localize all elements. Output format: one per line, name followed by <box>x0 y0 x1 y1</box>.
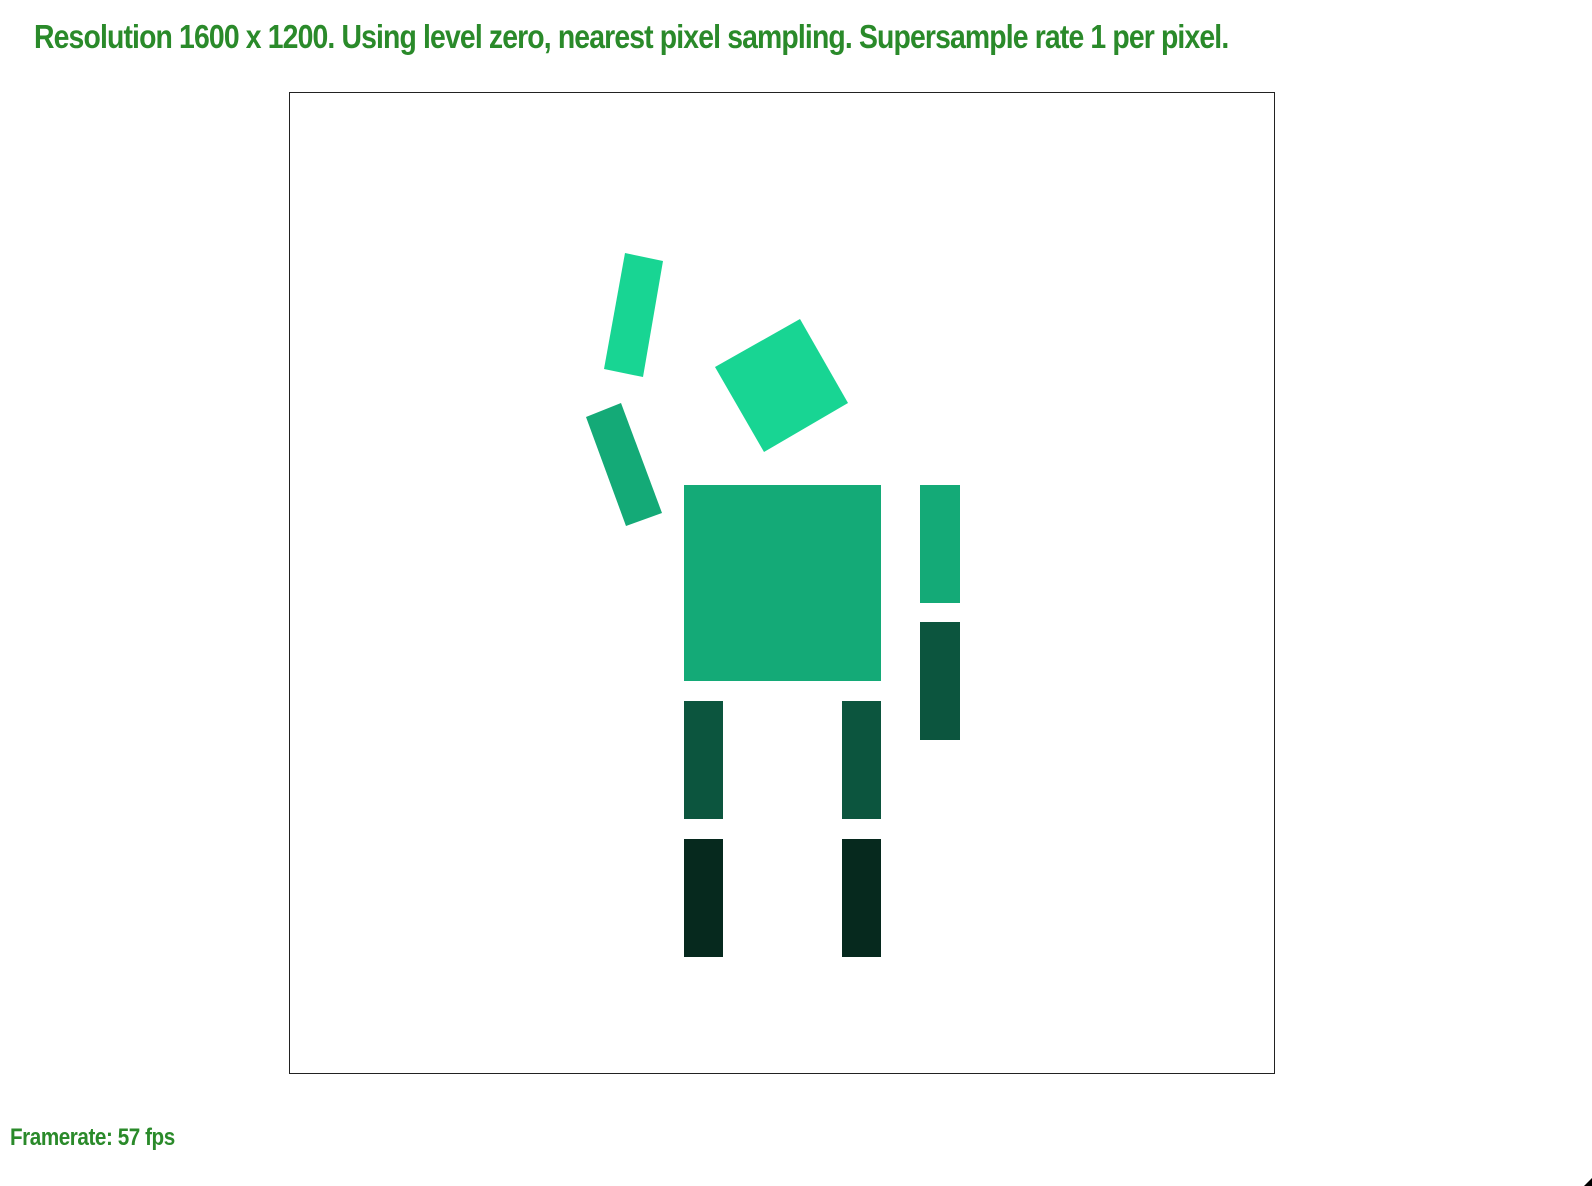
head-block <box>715 319 848 452</box>
torso-block <box>684 485 881 681</box>
right-forearm-block <box>920 622 960 740</box>
rasterized-scene <box>586 253 960 957</box>
framerate-readout: Framerate: 57 fps <box>10 1124 175 1151</box>
right-upper-arm-block <box>920 485 960 603</box>
render-settings-status: Resolution 1600 x 1200. Using level zero… <box>34 18 1229 55</box>
raised-forearm-block <box>604 253 663 377</box>
right-thigh-block <box>842 701 881 819</box>
left-thigh-block <box>684 701 723 819</box>
right-shin-block <box>842 839 881 957</box>
left-shin-block <box>684 839 723 957</box>
window-resize-grip-icon[interactable] <box>1584 1178 1592 1186</box>
render-viewport[interactable] <box>289 92 1275 1074</box>
raised-upper-arm-block <box>586 403 662 526</box>
